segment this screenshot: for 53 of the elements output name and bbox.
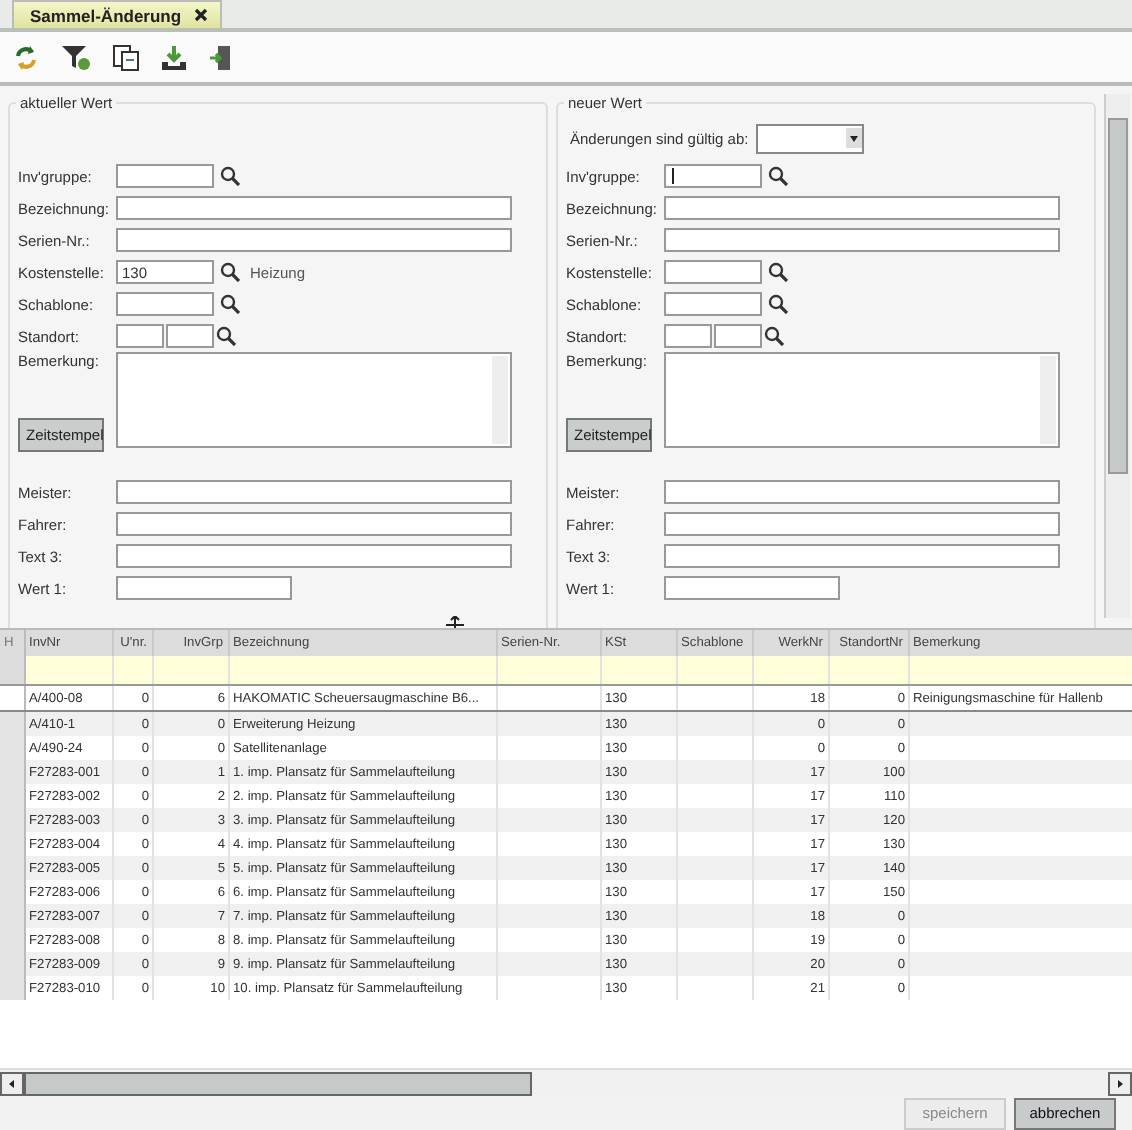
search-icon[interactable] [220, 294, 240, 314]
filter-cell[interactable] [152, 656, 228, 685]
filter-cell[interactable] [496, 656, 600, 685]
tab[interactable]: Sammel-Änderung [12, 0, 222, 28]
search-icon[interactable] [768, 166, 788, 186]
input-field[interactable] [116, 228, 512, 252]
filter-cell[interactable] [752, 656, 828, 685]
input-field[interactable] [664, 260, 762, 284]
search-icon[interactable] [764, 326, 784, 346]
search-icon[interactable] [220, 166, 240, 186]
input-field[interactable] [116, 196, 512, 220]
input-field[interactable] [664, 544, 1060, 568]
input-field[interactable] [116, 164, 214, 188]
input-field[interactable] [664, 480, 1060, 504]
filter-cell[interactable] [908, 656, 1132, 685]
exit-door-icon[interactable] [208, 43, 232, 71]
search-icon[interactable] [768, 294, 788, 314]
download-tray-icon[interactable] [160, 43, 188, 71]
input-field[interactable] [664, 324, 712, 348]
input-field[interactable] [664, 228, 1060, 252]
input-field[interactable] [166, 324, 214, 348]
scrollbar[interactable] [492, 356, 508, 444]
input-field[interactable] [116, 324, 164, 348]
scrollbar[interactable] [1040, 356, 1056, 444]
filter-cell[interactable] [112, 656, 152, 685]
input-field[interactable] [664, 576, 840, 600]
input-field[interactable] [116, 576, 292, 600]
close-icon[interactable] [193, 8, 208, 22]
filter-cell[interactable] [228, 656, 496, 685]
scrollbar[interactable] [0, 1068, 1132, 1096]
search-icon[interactable] [216, 326, 236, 346]
scrollbar[interactable] [1104, 94, 1130, 618]
input-field[interactable] [116, 480, 512, 504]
filter-cell[interactable] [676, 656, 752, 685]
input-field[interactable] [714, 324, 762, 348]
filter-cell[interactable] [24, 656, 112, 685]
input-field[interactable] [664, 512, 1060, 536]
search-icon[interactable] [768, 262, 788, 282]
input-field[interactable] [664, 292, 762, 316]
input-field[interactable] [116, 292, 214, 316]
input-field[interactable] [116, 544, 512, 568]
left-arrow-icon[interactable] [6, 1077, 18, 1089]
filter-icon[interactable] [60, 43, 92, 71]
filter-cell[interactable] [600, 656, 676, 685]
caret-icon[interactable] [846, 127, 863, 147]
documents-icon[interactable] [112, 43, 140, 71]
input-field[interactable] [664, 196, 1060, 220]
right-arrow-icon[interactable] [1114, 1077, 1126, 1089]
filter-cell[interactable] [828, 656, 908, 685]
input-field[interactable] [664, 164, 762, 188]
search-icon[interactable] [220, 262, 240, 282]
refresh-icon[interactable] [12, 43, 40, 71]
input-field[interactable] [116, 512, 512, 536]
